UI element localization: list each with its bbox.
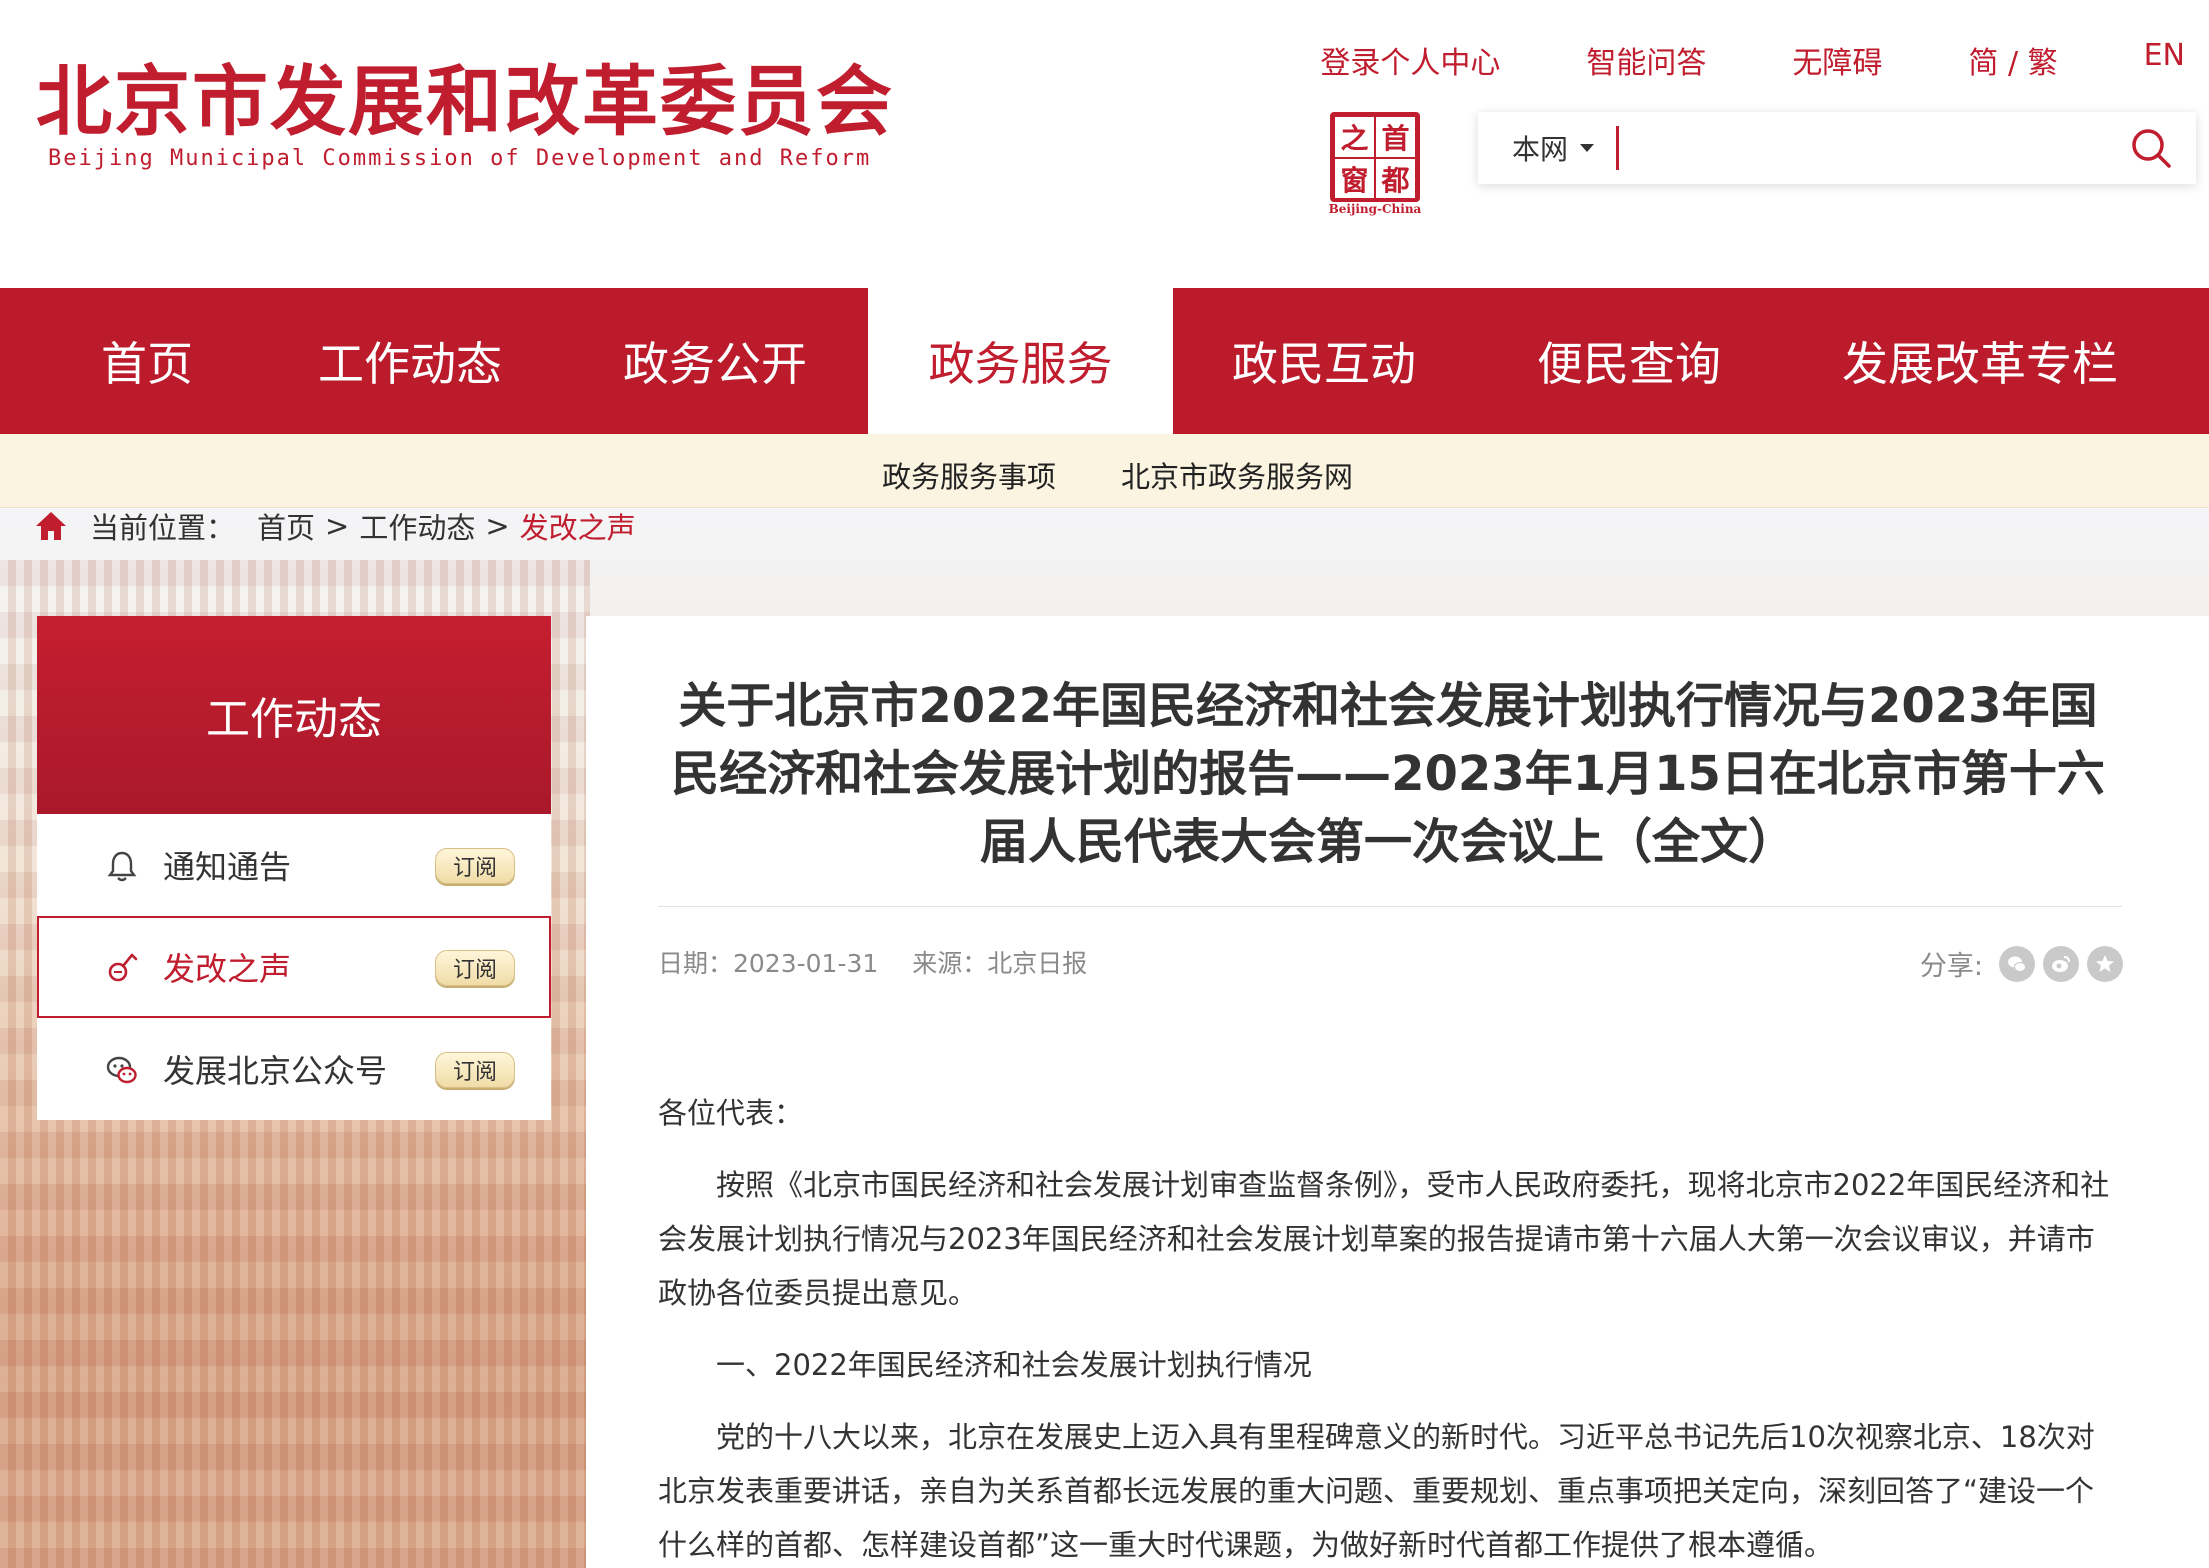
language-toggle-link[interactable]: 简 / 繁 (1968, 38, 2057, 82)
breadcrumb-separator: > (325, 509, 350, 543)
sidebar-item-label: 发改之声 (163, 950, 292, 988)
breadcrumb-home[interactable]: 首页 (257, 505, 315, 547)
sidebar: 工作动态 通知通告 订阅 发改之声 订阅 发展北京公众号 订阅 (37, 616, 551, 1120)
smart-qa-link[interactable]: 智能问答 (1586, 38, 1706, 82)
article-paragraph: 党的十八大以来，北京在发展史上迈入具有里程碑意义的新时代。习近平总书记先后10次… (658, 1420, 2095, 1562)
share-bar: 分享: (1920, 944, 2123, 983)
wechat-icon (105, 1053, 139, 1087)
seal-caption: Beijing-China (1328, 202, 1422, 216)
sidebar-item-wechat[interactable]: 发展北京公众号 订阅 (37, 1018, 551, 1120)
microphone-icon (105, 951, 139, 985)
sidebar-item-label: 通知通告 (163, 848, 292, 886)
sidebar-item-notices[interactable]: 通知通告 订阅 (37, 814, 551, 916)
share-label: 分享: (1919, 951, 1983, 982)
article-date: 日期：2023-01-31 (658, 949, 879, 978)
article-paragraph: 按照《北京市国民经济和社会发展计划审查监督条例》，受市人民政府委托，现将北京市2… (658, 1168, 2110, 1310)
site-logo-cn[interactable]: 北京市发展和改革委员会 (36, 40, 894, 150)
seal-char: 窗 (1334, 158, 1375, 200)
seal-char: 都 (1375, 158, 1416, 200)
nav-reform-column[interactable]: 发展改革专栏 (1815, 288, 2145, 434)
article-panel: 关于北京市2022年国民经济和社会发展计划执行情况与2023年国民经济和社会发展… (586, 616, 2209, 1568)
seal-char: 首 (1375, 116, 1416, 158)
article-title: 关于北京市2022年国民经济和社会发展计划执行情况与2023年国民经济和社会发展… (671, 678, 2105, 870)
search-scope-dropdown[interactable]: 本网 (1478, 112, 1595, 184)
subscribe-button[interactable]: 订阅 (435, 950, 515, 986)
breadcrumb: 当前位置： 首页 > 工作动态 > 发改之声 (34, 505, 636, 547)
breadcrumb-work-news[interactable]: 工作动态 (359, 505, 475, 547)
subscribe-button[interactable]: 订阅 (435, 848, 515, 884)
weibo-share-icon[interactable] (2043, 945, 2079, 982)
top-links: 登录个人中心 智能问答 无障碍 简 / 繁 EN (1234, 38, 2185, 82)
search-icon (2132, 129, 2171, 168)
search-box: 本网 (1478, 112, 2196, 184)
site-logo-en: Beijing Municipal Commission of Developm… (48, 146, 872, 171)
caret-down-icon (1580, 144, 1595, 152)
home-icon (34, 510, 68, 542)
breadcrumb-separator: > (485, 509, 510, 543)
sidebar-item-voice[interactable]: 发改之声 订阅 (37, 916, 551, 1018)
article-paragraph: 各位代表： (658, 1096, 804, 1130)
english-link[interactable]: EN (2144, 38, 2185, 82)
nav-government-affairs[interactable]: 政务公开 (597, 288, 833, 434)
search-button[interactable] (2106, 112, 2196, 184)
nav-public-inquiry[interactable]: 便民查询 (1511, 288, 1747, 434)
search-scope-label: 本网 (1512, 133, 1569, 166)
favorite-share-icon[interactable] (2087, 945, 2123, 982)
sidebar-item-label: 发展北京公众号 (163, 1052, 388, 1090)
article-body: 各位代表： 按照《北京市国民经济和社会发展计划审查监督条例》，受市人民政府委托，… (658, 1086, 2122, 1568)
login-link[interactable]: 登录个人中心 (1320, 38, 1500, 82)
title-divider (658, 906, 2122, 907)
subnav-service-portal[interactable]: 北京市政务服务网 (1121, 454, 1353, 496)
sidebar-title: 工作动态 (37, 616, 551, 814)
wechat-share-icon[interactable] (1999, 945, 2035, 982)
subnav-service-items[interactable]: 政务服务事项 (882, 454, 1056, 496)
breadcrumb-label: 当前位置： (90, 511, 236, 545)
article-source: 来源：北京日报 (912, 949, 1088, 978)
article-paragraph: 一、2022年国民经济和社会发展计划执行情况 (716, 1348, 1312, 1382)
nav-government-services[interactable]: 政务服务 (868, 288, 1173, 434)
site-header: 北京市发展和改革委员会 Beijing Municipal Commission… (0, 0, 2209, 288)
nav-work-news[interactable]: 工作动态 (292, 288, 528, 434)
nav-citizen-interaction[interactable]: 政民互动 (1206, 288, 1442, 434)
bell-icon (105, 849, 139, 883)
subscribe-button[interactable]: 订阅 (435, 1052, 515, 1088)
seal-char: 之 (1334, 116, 1375, 158)
main-nav: 首页 工作动态 政务公开 政务服务 政民互动 便民查询 发展改革专栏 (0, 288, 2209, 434)
nav-home[interactable]: 首页 (62, 288, 232, 434)
article-meta: 日期：2023-01-31 来源：北京日报 (658, 944, 1087, 980)
search-input[interactable] (1616, 126, 2106, 170)
capital-window-seal[interactable]: 之 首 窗 都 (1330, 112, 1420, 202)
sub-nav: 政务服务事项 北京市政务服务网 (0, 434, 2209, 508)
breadcrumb-current: 发改之声 (519, 511, 636, 545)
accessibility-link[interactable]: 无障碍 (1792, 38, 1882, 82)
